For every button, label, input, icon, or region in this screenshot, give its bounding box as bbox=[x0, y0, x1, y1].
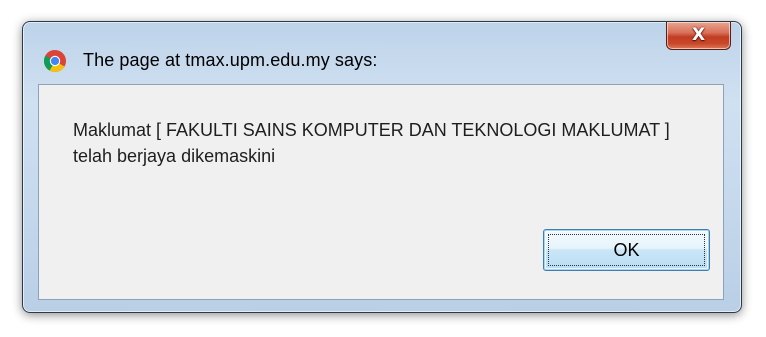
close-button[interactable]: X bbox=[666, 22, 731, 50]
ok-button[interactable]: OK bbox=[543, 229, 710, 271]
window-title: The page at tmax.upm.edu.my says: bbox=[83, 50, 378, 70]
alert-message: Maklumat [ FAKULTI SAINS KOMPUTER DAN TE… bbox=[73, 120, 670, 166]
ok-button-label: OK bbox=[613, 239, 640, 260]
close-icon: X bbox=[691, 25, 706, 45]
dialog-body: Maklumat [ FAKULTI SAINS KOMPUTER DAN TE… bbox=[38, 84, 724, 300]
title-bar[interactable]: The page at tmax.upm.edu.my says: X bbox=[23, 22, 741, 84]
screen: The page at tmax.upm.edu.my says: X Makl… bbox=[0, 0, 766, 337]
alert-dialog-window: The page at tmax.upm.edu.my says: X Makl… bbox=[22, 21, 742, 313]
chrome-icon bbox=[43, 49, 67, 73]
